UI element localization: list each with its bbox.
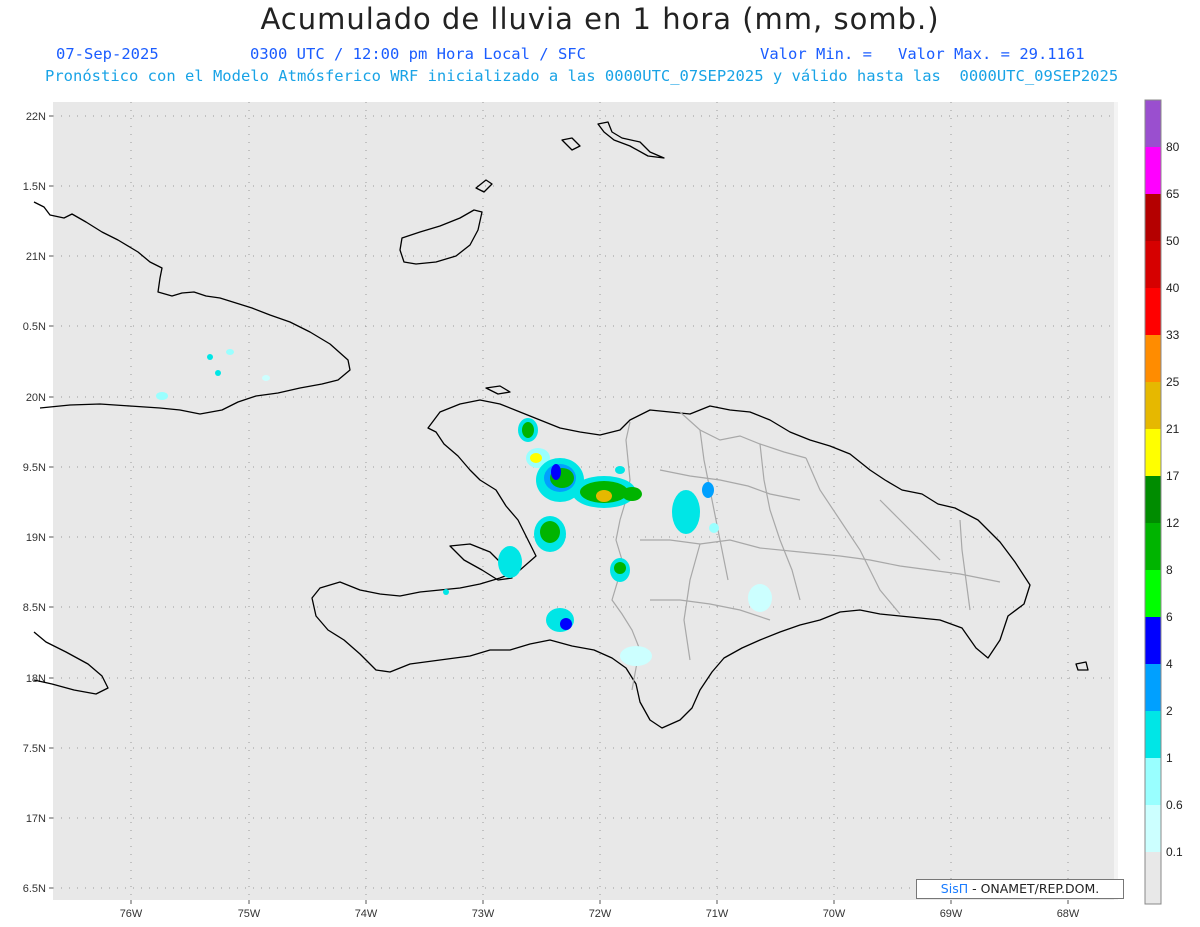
colorbar-cell: [1145, 476, 1161, 523]
colorbar-label: 2: [1166, 704, 1173, 718]
lat-label: 17N: [26, 813, 46, 825]
colorbar-label: 80: [1166, 140, 1180, 154]
lon-label: 75W: [238, 908, 261, 920]
colorbar: [1144, 99, 1162, 905]
credit-box: SisΠ - ONAMET/REP.DOM.: [916, 879, 1124, 899]
lat-label: 8.5N: [23, 602, 46, 614]
colorbar-label: 17: [1166, 469, 1180, 483]
lat-label: 22N: [26, 111, 46, 123]
colorbar-label: 65: [1166, 187, 1180, 201]
colorbar-label: 12: [1166, 516, 1180, 530]
colorbar-cell: [1145, 570, 1161, 617]
colorbar-cell: [1145, 664, 1161, 711]
lon-label: 73W: [472, 908, 495, 920]
colorbar-cell: [1145, 288, 1161, 335]
lat-label: 9.5N: [23, 462, 46, 474]
colorbar-label: 40: [1166, 281, 1180, 295]
colorbar-cell: [1145, 758, 1161, 805]
lat-label: 6.5N: [23, 883, 46, 895]
colorbar-cell: [1145, 335, 1161, 382]
lat-label: 7.5N: [23, 743, 46, 755]
lon-label: 72W: [589, 908, 612, 920]
sispi-logo: SisΠ: [940, 881, 969, 896]
lon-label: 70W: [823, 908, 846, 920]
colorbar-label: 0.6: [1166, 798, 1183, 812]
map-edge: [1114, 102, 1118, 900]
colorbar-label: 25: [1166, 375, 1180, 389]
colorbar-label: 21: [1166, 422, 1180, 436]
lat-label: 1.5N: [23, 181, 46, 193]
lon-labels: 76W 75W 74W 73W 72W 71W 70W 69W 68W: [120, 908, 1080, 920]
lon-label: 76W: [120, 908, 143, 920]
lat-label: 18N: [26, 673, 46, 685]
colorbar-cell: [1145, 382, 1161, 429]
colorbar-label: 6: [1166, 610, 1173, 624]
colorbar-label: 4: [1166, 657, 1173, 671]
lon-label: 71W: [706, 908, 729, 920]
colorbar-label: 33: [1166, 328, 1180, 342]
lon-label: 69W: [940, 908, 963, 920]
colorbar-cell: [1145, 711, 1161, 758]
colorbar-label: 0.1: [1166, 845, 1183, 859]
colorbar-cell: [1145, 805, 1161, 852]
colorbar-label: 50: [1166, 234, 1180, 248]
colorbar-label: 1: [1166, 751, 1173, 765]
colorbar-cell: [1145, 617, 1161, 664]
colorbar-cell: [1145, 100, 1161, 147]
colorbar-label: 8: [1166, 563, 1173, 577]
lat-label: 20N: [26, 392, 46, 404]
lat-labels: 22N 1.5N 21N 0.5N 20N 9.5N 19N 8.5N 18N …: [23, 111, 46, 895]
colorbar-cell: [1145, 147, 1161, 194]
colorbar-cell: [1145, 852, 1161, 904]
map-figure: 22N 1.5N 21N 0.5N 20N 9.5N 19N 8.5N 18N …: [23, 99, 1183, 920]
colorbar-cell: [1145, 429, 1161, 476]
colorbar-cell: [1145, 523, 1161, 570]
colorbar-cell: [1145, 241, 1161, 288]
lat-label: 21N: [26, 251, 46, 263]
lon-label: 74W: [355, 908, 378, 920]
lon-label: 68W: [1057, 908, 1080, 920]
lat-label: 0.5N: [23, 321, 46, 333]
credit-org: - ONAMET/REP.DOM.: [968, 881, 1100, 896]
lat-label: 19N: [26, 532, 46, 544]
colorbar-labels: 80 65 50 40 33 25 21 17 12 8 6 4 2 1 0.6…: [1166, 140, 1183, 859]
colorbar-cell: [1145, 194, 1161, 241]
